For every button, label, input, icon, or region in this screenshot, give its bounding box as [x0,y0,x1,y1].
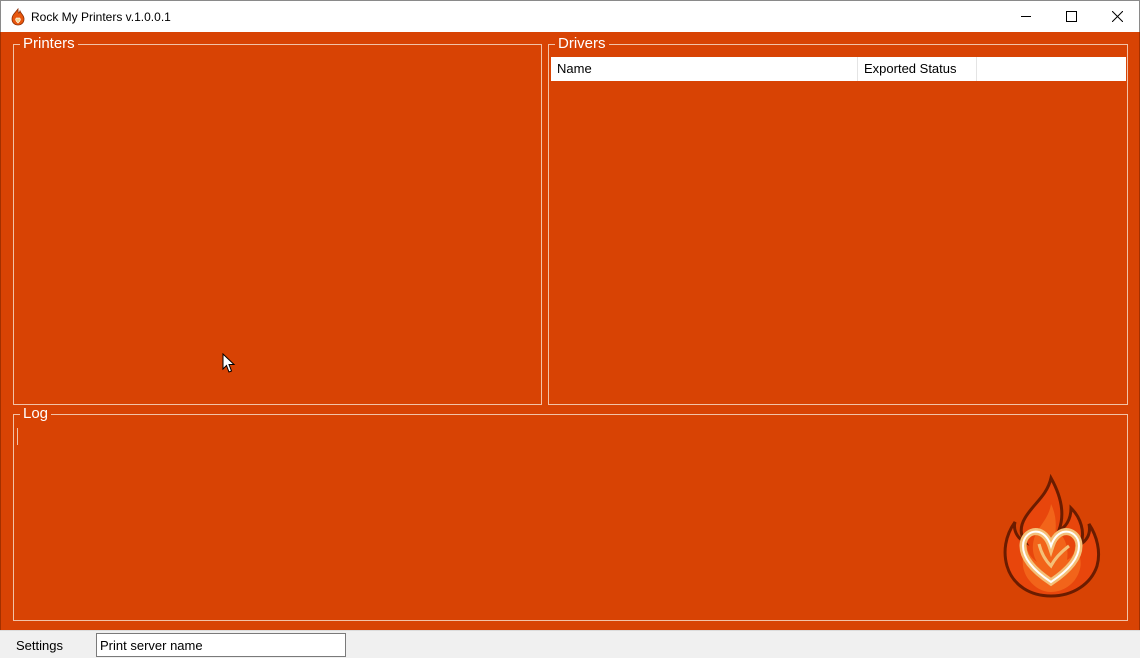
printers-groupbox: Printers [13,35,542,405]
close-icon [1111,11,1123,22]
main-window-content: Printers Drivers Name Exported Status Lo… [0,32,1140,630]
column-header-exported-status[interactable]: Exported Status [858,57,977,81]
status-bar: Settings [0,630,1140,658]
title-bar[interactable]: Rock My Printers v.1.0.0.1 [0,0,1140,32]
settings-button[interactable]: Settings [6,635,73,657]
column-header-name[interactable]: Name [551,57,858,81]
printers-list[interactable] [16,55,539,402]
maximize-button[interactable] [1048,1,1094,32]
minimize-icon [1020,16,1031,17]
mouse-pointer-icon [222,353,236,373]
print-server-name-input[interactable] [96,633,346,657]
drivers-groupbox: Drivers Name Exported Status [548,35,1128,405]
drivers-list[interactable] [551,81,1125,402]
log-textbox[interactable] [16,425,1125,618]
maximize-icon [1065,11,1077,22]
log-groupbox: Log [13,405,1128,621]
log-group-title: Log [20,405,52,423]
minimize-button[interactable] [1003,1,1049,32]
flame-heart-logo [1003,474,1101,598]
printers-group-title: Printers [20,35,78,53]
drivers-list-header: Name Exported Status [551,57,1126,81]
drivers-group-title: Drivers [555,35,609,53]
window-title: Rock My Printers v.1.0.0.1 [31,10,171,24]
column-header-empty [977,57,1126,81]
close-button[interactable] [1094,1,1140,32]
flame-icon [11,8,25,26]
